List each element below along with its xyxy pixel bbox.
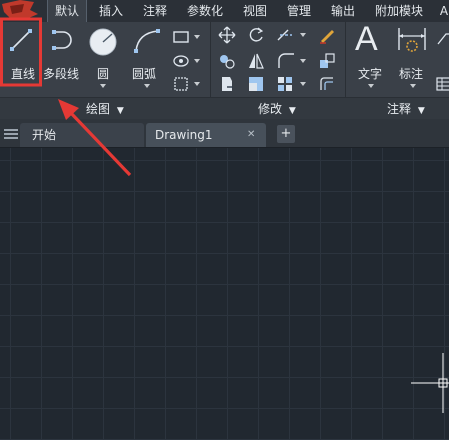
panel-title-modify[interactable]: 修改 ▼	[258, 98, 296, 120]
tab-drawing1[interactable]: Drawing1 ✕	[146, 123, 266, 147]
panel-title-annotation-label: 注释	[387, 102, 412, 116]
crosshair-icon	[411, 353, 449, 413]
circle-dropdown-icon[interactable]	[100, 84, 106, 88]
array-dropdown-icon[interactable]	[300, 82, 306, 86]
tab-a360[interactable]: A	[438, 0, 449, 22]
mirror-icon[interactable]	[247, 52, 265, 70]
circle-label: 圆	[97, 67, 110, 81]
arc-label: 圆弧	[132, 67, 157, 81]
region-dropdown-icon[interactable]	[194, 82, 200, 86]
copy-icon[interactable]	[218, 52, 236, 70]
arc-icon	[134, 29, 160, 53]
region-icon[interactable]	[172, 75, 190, 93]
erase-icon[interactable]	[318, 26, 336, 44]
plus-icon: +	[280, 126, 292, 141]
dimension-button[interactable]: 标注	[394, 24, 432, 92]
line-button[interactable]: 直线	[2, 24, 40, 86]
trim-dropdown-icon[interactable]	[300, 33, 306, 37]
stretch-icon[interactable]	[218, 75, 236, 93]
app-logo-icon[interactable]	[0, 0, 40, 20]
ribbon: 直线 多段线 圆 圆弧 A 文字 标注 绘图 ▼ 修改 ▼ 注释 ▼	[0, 20, 449, 120]
new-tab-button[interactable]: +	[277, 125, 295, 143]
dimension-icon	[398, 28, 426, 52]
dimension-dropdown-icon[interactable]	[410, 84, 416, 88]
panel-title-draw-label: 绘图	[86, 102, 111, 116]
polyline-button[interactable]: 多段线	[43, 24, 85, 86]
file-tabs-menu-icon[interactable]	[4, 127, 18, 141]
leader-icon[interactable]	[436, 28, 449, 46]
text-label: 文字	[358, 67, 383, 81]
rotate-icon[interactable]	[247, 26, 265, 44]
tab-manage[interactable]: 管理	[282, 0, 316, 22]
dimension-label: 标注	[399, 67, 424, 81]
tab-insert[interactable]: 插入	[94, 0, 128, 22]
menu-bar: 默认 插入 注释 参数化 视图 管理 输出 附加模块 A	[0, 0, 449, 23]
move-icon[interactable]	[218, 26, 236, 44]
panel-expand-icon: ▼	[288, 106, 296, 116]
tab-view[interactable]: 视图	[238, 0, 272, 22]
arc-button[interactable]: 圆弧	[128, 24, 166, 88]
tab-start[interactable]: 开始	[20, 123, 144, 147]
table-icon[interactable]	[436, 75, 449, 93]
tab-parametric[interactable]: 参数化	[182, 0, 228, 22]
explode-icon[interactable]	[318, 52, 336, 70]
circle-button[interactable]: 圆	[86, 24, 122, 88]
rectangle-icon[interactable]	[172, 28, 190, 46]
panel-title-draw[interactable]: 绘图 ▼	[86, 98, 124, 120]
panel-expand-icon: ▼	[417, 106, 425, 116]
tab-default[interactable]: 默认	[47, 0, 87, 22]
close-icon[interactable]: ✕	[247, 123, 255, 147]
polyline-label: 多段线	[43, 67, 80, 81]
circle-icon	[89, 28, 117, 56]
line-label: 直线	[11, 67, 36, 81]
tab-addins[interactable]: 附加模块	[370, 0, 428, 22]
panel-title-bar: 绘图 ▼ 修改 ▼ 注释 ▼	[0, 97, 449, 120]
scale-icon[interactable]	[247, 75, 265, 93]
tab-drawing1-label: Drawing1	[155, 128, 213, 142]
drawing-canvas[interactable]	[0, 148, 449, 440]
text-icon: A	[355, 20, 378, 58]
line-icon	[10, 29, 32, 51]
polyline-icon	[52, 30, 72, 50]
text-dropdown-icon[interactable]	[368, 84, 374, 88]
fillet-icon[interactable]	[276, 52, 294, 70]
offset-icon[interactable]	[318, 75, 336, 93]
hatch-dropdown-icon[interactable]	[194, 59, 200, 63]
arc-dropdown-icon[interactable]	[144, 84, 150, 88]
array-icon[interactable]	[276, 75, 294, 93]
text-button[interactable]: A 文字	[352, 20, 390, 92]
rectangle-dropdown-icon[interactable]	[194, 35, 200, 39]
fillet-dropdown-icon[interactable]	[300, 59, 306, 63]
panel-title-annotation[interactable]: 注释 ▼	[387, 98, 425, 120]
file-tab-bar: 开始 Drawing1 ✕ +	[0, 119, 449, 148]
hatch-icon[interactable]	[172, 52, 190, 70]
tab-output[interactable]: 输出	[326, 0, 360, 22]
panel-title-modify-label: 修改	[258, 102, 283, 116]
trim-icon[interactable]	[276, 26, 294, 44]
tab-start-label: 开始	[32, 128, 57, 142]
panel-expand-icon: ▼	[116, 106, 124, 116]
tab-annotate[interactable]: 注释	[138, 0, 172, 22]
